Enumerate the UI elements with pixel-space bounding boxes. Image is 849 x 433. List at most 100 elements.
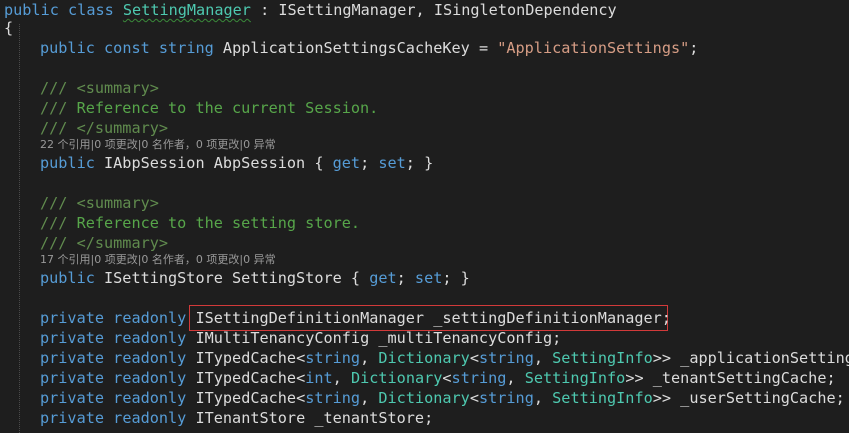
keyword: class	[68, 1, 114, 19]
code-line-doc-comment[interactable]: /// Reference to the current Session.	[40, 98, 378, 118]
comment-slashes: ///	[40, 194, 68, 212]
code-text: ITypedCache<	[195, 389, 306, 407]
keyword: private	[40, 409, 105, 427]
keyword: string	[478, 349, 534, 367]
comment-slashes: ///	[40, 214, 68, 232]
code-editor[interactable]: public class SettingManager : ISettingMa…	[0, 0, 849, 433]
comment-tag: </summary>	[67, 119, 169, 137]
code-line-tenant-cache[interactable]: private readonly ITypedCache<int, Dictio…	[40, 368, 836, 388]
keyword: string	[451, 369, 507, 387]
code-text: IAbpSession AbpSession {	[94, 154, 333, 172]
type-name: Dictionary	[378, 349, 470, 367]
keyword: public	[40, 39, 95, 57]
type-name: SettingInfo	[552, 349, 653, 367]
code-text: ,	[506, 369, 525, 387]
code-text: ISettingDefinitionManager _settingDefini…	[195, 309, 671, 327]
code-line-doc-comment[interactable]: /// Reference to the setting store.	[40, 213, 360, 233]
keyword: readonly	[113, 349, 187, 367]
code-line-doc-comment[interactable]: /// <summary>	[40, 78, 159, 98]
code-text: ;	[689, 39, 699, 57]
code-text: ,	[332, 369, 351, 387]
code-line-definition-manager[interactable]: private readonly ISettingDefinitionManag…	[40, 308, 671, 328]
keyword: public	[4, 1, 59, 19]
keyword: string	[478, 389, 534, 407]
comment-slashes: ///	[40, 234, 68, 252]
code-line-multitenancy[interactable]: private readonly IMultiTenancyConfig _mu…	[40, 328, 561, 348]
codelens-references[interactable]: 22 个引用|0 项更改|0 名作者，0 项更改|0 异常	[40, 138, 276, 152]
code-text: ,	[360, 389, 379, 407]
keyword: private	[40, 309, 105, 327]
interface-name[interactable]: ISettingManager	[278, 1, 415, 19]
code-text: ApplicationSettingsCacheKey =	[213, 39, 498, 57]
interface-name[interactable]: ISingletonDependency	[434, 1, 617, 19]
comment-tag: <summary>	[67, 194, 159, 212]
comment-tag: <summary>	[67, 79, 159, 97]
comment-tag: </summary>	[67, 234, 169, 252]
code-text: ITenantStore _tenantStore;	[195, 409, 434, 427]
keyword: set	[414, 269, 443, 287]
code-text: IMultiTenancyConfig _multiTenancyConfig;	[195, 329, 562, 347]
code-text: >> _tenantSettingCache;	[625, 369, 836, 387]
code-text: ;	[396, 269, 415, 287]
keyword: readonly	[113, 389, 187, 407]
code-text: ; }	[442, 269, 470, 287]
type-name: Dictionary	[378, 389, 470, 407]
type-name: SettingInfo	[552, 389, 653, 407]
type-name: SettingInfo	[524, 369, 626, 387]
code-text: <	[442, 369, 452, 387]
code-text: ,	[415, 1, 434, 19]
open-brace: {	[4, 19, 14, 37]
code-line-class-declaration[interactable]: public class SettingManager : ISettingMa…	[4, 0, 617, 20]
code-line-tenant-store[interactable]: private readonly ITenantStore _tenantSto…	[40, 408, 433, 428]
indent-guide	[19, 24, 20, 433]
type-name: Dictionary	[350, 369, 443, 387]
keyword: set	[378, 154, 406, 172]
keyword: private	[40, 349, 105, 367]
code-line-brace[interactable]: {	[4, 18, 13, 38]
comment-text: Reference to the current Session.	[67, 99, 379, 117]
keyword: private	[40, 329, 105, 347]
keyword: get	[369, 269, 397, 287]
keyword: private	[40, 369, 105, 387]
comment-slashes: ///	[40, 99, 68, 117]
keyword: readonly	[113, 409, 187, 427]
code-line-doc-comment[interactable]: /// <summary>	[40, 193, 159, 213]
code-text: :	[250, 1, 279, 19]
code-text: ITypedCache<	[195, 369, 306, 387]
keyword: readonly	[113, 369, 187, 387]
keyword: string	[305, 349, 361, 367]
comment-slashes: ///	[40, 79, 68, 97]
keyword: string	[305, 389, 361, 407]
keyword: readonly	[113, 329, 187, 347]
code-text: <	[469, 389, 479, 407]
code-line-setting-store[interactable]: public ISettingStore SettingStore { get;…	[40, 268, 470, 288]
keyword: private	[40, 389, 105, 407]
code-text: <	[469, 349, 479, 367]
code-line-doc-comment[interactable]: /// </summary>	[40, 118, 168, 138]
code-text: ITypedCache<	[195, 349, 306, 367]
keyword: readonly	[113, 309, 187, 327]
code-text: ;	[360, 154, 379, 172]
keyword: string	[158, 39, 214, 57]
codelens-references[interactable]: 17 个引用|0 项更改|0 名作者，0 项更改|0 异常	[40, 253, 276, 267]
code-text: >> _applicationSettingC	[652, 349, 849, 367]
keyword: const	[104, 39, 150, 57]
code-text: ISettingStore SettingStore {	[94, 269, 370, 287]
code-text: ,	[360, 349, 379, 367]
code-line-doc-comment[interactable]: /// </summary>	[40, 233, 168, 253]
code-text: ,	[533, 389, 553, 407]
comment-slashes: ///	[40, 119, 68, 137]
comment-text: Reference to the setting store.	[67, 214, 361, 232]
keyword: get	[332, 154, 361, 172]
class-name[interactable]: SettingManager	[123, 1, 251, 19]
code-line-cache-key[interactable]: public const string ApplicationSettingsC…	[40, 38, 698, 58]
code-text: ; }	[405, 154, 434, 172]
code-text: ,	[533, 349, 553, 367]
code-line-abp-session[interactable]: public IAbpSession AbpSession { get; set…	[40, 153, 433, 173]
keyword: int	[305, 369, 333, 387]
string-literal: "ApplicationSettings"	[497, 39, 690, 57]
code-line-user-cache[interactable]: private readonly ITypedCache<string, Dic…	[40, 388, 845, 408]
keyword: public	[40, 269, 95, 287]
code-line-application-cache[interactable]: private readonly ITypedCache<string, Dic…	[40, 348, 849, 368]
code-text: >> _userSettingCache;	[652, 389, 845, 407]
